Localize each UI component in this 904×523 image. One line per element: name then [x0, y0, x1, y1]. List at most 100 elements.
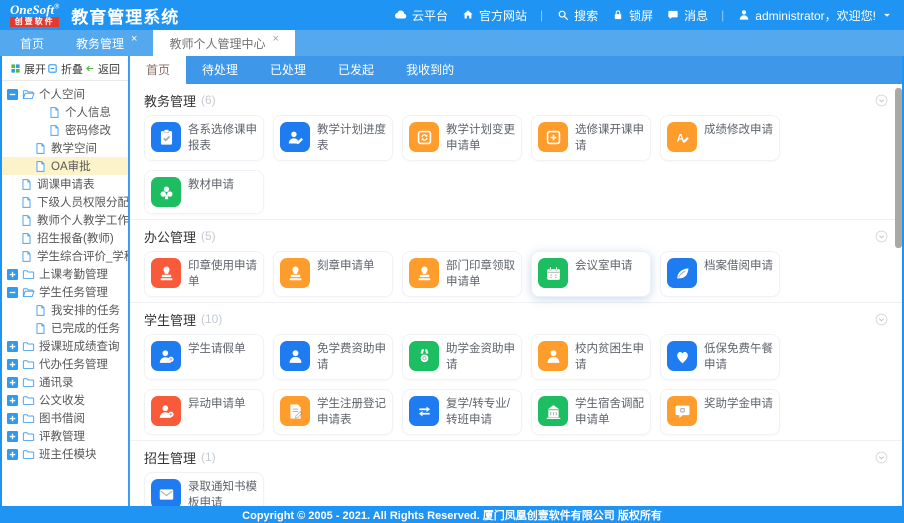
tree-item[interactable]: 公文收发 [2, 391, 128, 409]
app-card[interactable]: 复学/转专业/转班申请 [402, 389, 522, 435]
app-card[interactable]: 学生注册登记申请表 [273, 389, 393, 435]
tab-teacher-personal-center[interactable]: 教师个人管理中心 × [153, 30, 294, 56]
tree-item[interactable]: OA审批 [2, 157, 128, 175]
app-card[interactable]: 部门印章领取申请单 [402, 251, 522, 297]
tree-item-label: 代办任务管理 [39, 356, 108, 372]
app-card-label: 学生注册登记申请表 [317, 396, 386, 428]
tree-item[interactable]: 上课考勤管理 [2, 265, 128, 283]
app-card[interactable]: 免学费资助申请 [273, 334, 393, 380]
tree-item[interactable]: 个人空间 [2, 85, 128, 103]
sidebar-tree: 个人空间个人信息密码修改教学空间OA审批调课申请表下级人员权限分配教师个人教学工… [2, 81, 128, 506]
sidebar-collapse-button[interactable]: 折叠 [47, 61, 83, 77]
tree-item[interactable]: 个人信息 [2, 103, 128, 121]
app-card[interactable]: 教学计划进度表 [273, 115, 393, 161]
tree-item-label: 个人空间 [39, 86, 85, 102]
app-card[interactable]: A成绩修改申请 [660, 115, 780, 161]
app-card[interactable]: 助学金资助申请 [402, 334, 522, 380]
workspace-tab-received[interactable]: 我收到的 [390, 56, 470, 84]
folder-icon [22, 448, 35, 461]
nav-item-search[interactable]: 搜索 [556, 7, 598, 24]
tree-item-label: 通讯录 [39, 374, 74, 390]
leaf-icon [667, 258, 697, 288]
card-grid: 各系选修课申报表教学计划进度表教学计划变更申请单选修课开课申请A成绩修改申请教材… [144, 115, 888, 214]
app-card[interactable]: 刻章申请单 [273, 251, 393, 297]
tree-item[interactable]: 教学空间 [2, 139, 128, 157]
app-card[interactable]: 学生宿舍调配申请单 [531, 389, 651, 435]
app-card[interactable]: 学生请假单 [144, 334, 264, 380]
tab-home[interactable]: 首页 [4, 30, 60, 56]
tree-item-label: 我安排的任务 [51, 302, 120, 318]
nav-item-lock-screen[interactable]: 锁屏 [611, 7, 653, 24]
books-icon [151, 177, 181, 207]
nav-item-messages[interactable]: 消息 [666, 7, 708, 24]
app-card[interactable]: 录取通知书模板申请 [144, 472, 264, 506]
collapse-section-icon[interactable] [875, 230, 888, 243]
plus-box-icon [7, 431, 18, 442]
button-label: 展开 [24, 61, 46, 77]
user-menu[interactable]: administrator，欢迎您! [737, 7, 894, 24]
tree-item[interactable]: 图书借阅 [2, 409, 128, 427]
tree-item-label: 个人信息 [65, 104, 111, 120]
tree-item[interactable]: 下级人员权限分配 [2, 193, 128, 211]
scrollbar-thumb[interactable] [895, 88, 902, 248]
app-card[interactable]: 印章使用申请单 [144, 251, 264, 297]
close-icon[interactable]: × [272, 34, 278, 45]
collapse-section-icon[interactable] [875, 451, 888, 464]
app-card[interactable]: 奖助学金申请 [660, 389, 780, 435]
workspace-tab-processed[interactable]: 已处理 [254, 56, 322, 84]
app-card[interactable]: 各系选修课申报表 [144, 115, 264, 161]
tree-item[interactable]: 学生综合评价_学科评价 [2, 247, 128, 265]
app-card-label: 成绩修改申请 [704, 122, 773, 139]
app-card-label: 各系选修课申报表 [188, 122, 257, 154]
section-count: (1) [201, 450, 216, 464]
workspace-tab-initiated[interactable]: 已发起 [322, 56, 390, 84]
tree-item-label: 上课考勤管理 [39, 266, 108, 282]
nav-item-cloud-platform[interactable]: 云平台 [394, 7, 448, 24]
nav-item-official-website[interactable]: 官方网站 [461, 7, 527, 24]
person-plus-icon [151, 341, 181, 371]
sidebar-back-button[interactable]: 返回 [84, 61, 120, 77]
app-card[interactable]: 选修课开课申请 [531, 115, 651, 161]
app-card[interactable]: 教学计划变更申请单 [402, 115, 522, 161]
app-card[interactable]: 校内贫困生申请 [531, 334, 651, 380]
app-card-label: 学生请假单 [188, 341, 246, 358]
caret-down-icon [880, 8, 894, 22]
tree-item-label: 授课班成绩查询 [39, 338, 120, 354]
workspace-tab-label: 我收到的 [406, 63, 454, 77]
tree-item[interactable]: 招生报备(教师) [2, 229, 128, 247]
folder-icon [22, 430, 35, 443]
tree-item-label: 公文收发 [39, 392, 85, 408]
tree-item[interactable]: 我安排的任务 [2, 301, 128, 319]
workspace-tab-pending[interactable]: 待处理 [186, 56, 254, 84]
tree-item[interactable]: 通讯录 [2, 373, 128, 391]
tree-item[interactable]: 调课申请表 [2, 175, 128, 193]
section-office: 办公管理(5)印章使用申请单刻章申请单部门印章领取申请单会议室申请档案借阅申请 [130, 220, 902, 303]
app-card[interactable]: 档案借阅申请 [660, 251, 780, 297]
person-plus-icon [151, 396, 181, 426]
collapse-section-icon[interactable] [875, 94, 888, 107]
calendar-icon [538, 258, 568, 288]
app-card[interactable]: 会议室申请 [531, 251, 651, 297]
tree-item[interactable]: 评教管理 [2, 427, 128, 445]
medal-icon [409, 341, 439, 371]
tree-item[interactable]: 代办任务管理 [2, 355, 128, 373]
tree-item[interactable]: 班主任模块 [2, 445, 128, 463]
tree-item[interactable]: 学生任务管理 [2, 283, 128, 301]
tree-item-label: 招生报备(教师) [37, 230, 114, 246]
close-icon[interactable]: × [131, 34, 137, 45]
doc-icon [34, 160, 47, 173]
tree-item[interactable]: 已完成的任务 [2, 319, 128, 337]
tree-item[interactable]: 教师个人教学工作量登记表 [2, 211, 128, 229]
cloud-icon [394, 8, 408, 22]
workspace-tab-home[interactable]: 首页 [130, 56, 186, 84]
tree-item-label: 评教管理 [39, 428, 85, 444]
tree-item[interactable]: 授课班成绩查询 [2, 337, 128, 355]
tree-item[interactable]: 密码修改 [2, 121, 128, 139]
sidebar-expand-button[interactable]: 展开 [10, 61, 46, 77]
app-card[interactable]: 教材申请 [144, 170, 264, 214]
app-card[interactable]: 异动申请单 [144, 389, 264, 435]
app-card[interactable]: 低保免费午餐申请 [660, 334, 780, 380]
collapse-section-icon[interactable] [875, 313, 888, 326]
tab-academic-affairs[interactable]: 教务管理× [60, 30, 153, 56]
tab-label: 教师个人管理中心 [169, 35, 265, 52]
